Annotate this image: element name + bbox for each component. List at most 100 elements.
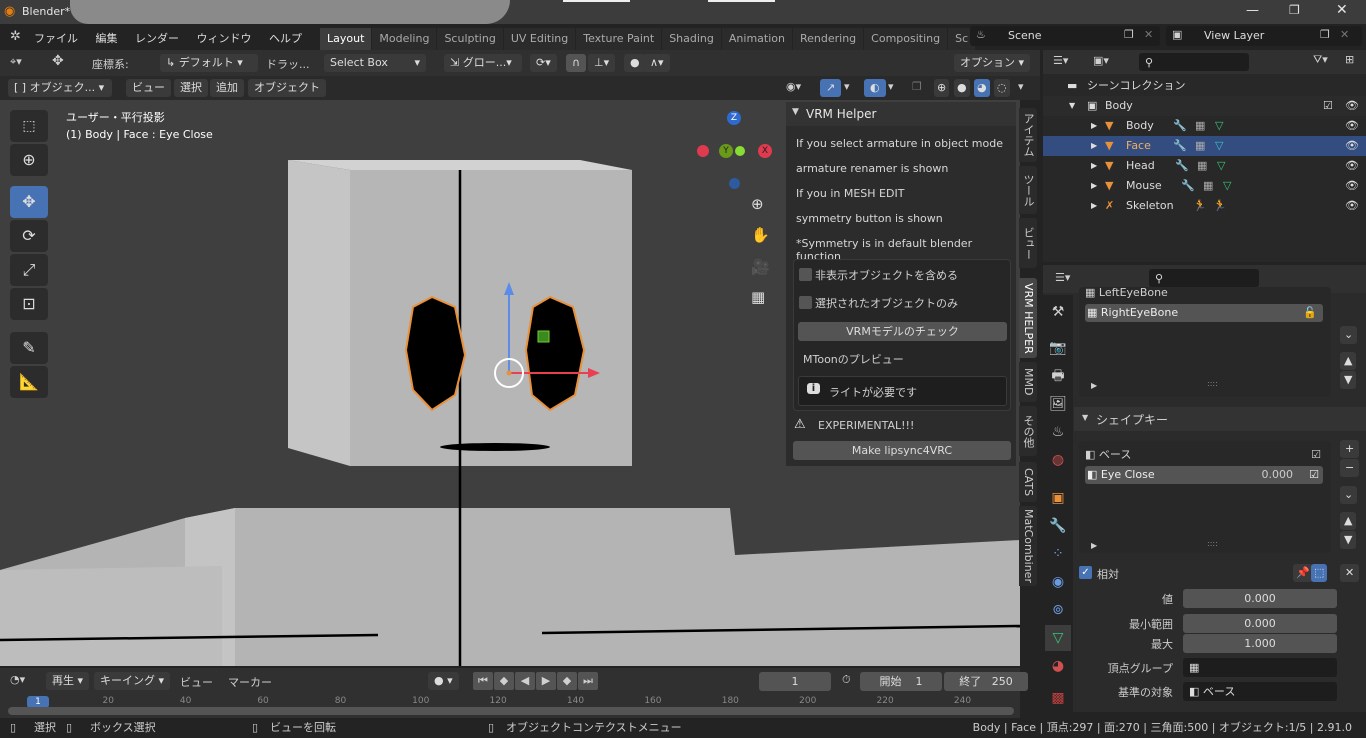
scene-selector[interactable]: ♨ Scene ❐ ✕ bbox=[970, 26, 1160, 46]
outliner-item-selected[interactable]: ▶ ▼ Face 🔧 ▦ ▽ 👁 bbox=[1043, 136, 1366, 156]
tab-texture-paint[interactable]: Texture Paint bbox=[576, 28, 662, 50]
eye-icon[interactable]: 👁 bbox=[1345, 196, 1359, 216]
shading-wireframe[interactable]: ⊕ bbox=[934, 79, 950, 97]
menu-file[interactable]: ファイル bbox=[34, 32, 78, 45]
overlay-dropdown[interactable]: ▾ bbox=[888, 80, 894, 93]
relative-to-field[interactable]: ◧ ベース bbox=[1183, 682, 1337, 701]
shading-rendered[interactable]: ◌ bbox=[994, 79, 1010, 97]
tool-rotate[interactable]: ⟳ bbox=[10, 220, 48, 252]
view-layer-selector[interactable]: ▣ View Layer ❐ ✕ bbox=[1166, 26, 1362, 46]
auto-keying-toggle[interactable]: ● ▾ bbox=[428, 672, 459, 690]
list-item[interactable]: ◧ ベース ☑ bbox=[1085, 446, 1323, 464]
scene-tab-icon[interactable]: ♨ bbox=[1045, 419, 1071, 445]
shape-key-value[interactable]: 0.000 bbox=[1262, 466, 1294, 484]
mode-dropdown[interactable]: [ ] オブジェク... ▾ bbox=[8, 79, 112, 97]
expand-icon[interactable]: ▶ bbox=[1091, 156, 1097, 176]
tool-select-box[interactable]: ⬚ bbox=[10, 110, 48, 142]
mesh-data-tab-icon[interactable]: ▽ bbox=[1045, 625, 1071, 651]
shape-key-up-button[interactable]: ▲ bbox=[1340, 512, 1357, 530]
side-tab-tool[interactable]: ツール bbox=[1019, 166, 1037, 214]
grid-icon[interactable]: ▦ bbox=[751, 288, 765, 306]
modifier-tab-icon[interactable]: 🔧 bbox=[1045, 513, 1071, 539]
list-item[interactable]: ▦ LeftEyeBone bbox=[1085, 287, 1323, 301]
resize-handle[interactable]: :::: bbox=[1207, 539, 1218, 548]
start-frame-field[interactable]: 開始 1 bbox=[860, 672, 942, 691]
menu-edit[interactable]: 編集 bbox=[96, 32, 118, 45]
make-lipsync-button[interactable]: Make lipsync4VRC bbox=[793, 441, 1011, 460]
editor-type-icon[interactable]: ⌖▾ bbox=[10, 55, 22, 69]
next-keyframe-button[interactable]: ◆ bbox=[557, 672, 577, 690]
transform-orientation-dropdown[interactable]: ⇲ グロー...▾ bbox=[444, 54, 522, 72]
shape-key-down-button[interactable]: ▼ bbox=[1340, 531, 1357, 549]
tab-shading[interactable]: Shading bbox=[662, 28, 721, 50]
end-frame-field[interactable]: 終了 250 bbox=[944, 672, 1028, 691]
outliner-editor-icon[interactable]: ☰▾ bbox=[1053, 54, 1068, 67]
view-menu[interactable]: ビュー bbox=[180, 674, 213, 690]
copy-scene-icon[interactable]: ❐ bbox=[1124, 28, 1134, 41]
gizmo-toggle[interactable]: ↗ bbox=[820, 79, 842, 97]
maximize-icon[interactable]: ❐ bbox=[1289, 3, 1300, 17]
value-field[interactable]: 0.000 bbox=[1183, 589, 1337, 608]
tab-animation[interactable]: Animation bbox=[721, 28, 792, 50]
eye-icon[interactable]: 👁 bbox=[1345, 156, 1359, 176]
properties-editor-icon[interactable]: ☰▾ bbox=[1055, 271, 1070, 284]
gizmo-x[interactable]: X bbox=[758, 144, 772, 158]
options-dropdown[interactable]: オプション ▾ bbox=[954, 54, 1031, 72]
copy-view-layer-icon[interactable]: ❐ bbox=[1320, 28, 1330, 41]
tab-modeling[interactable]: Modeling bbox=[372, 28, 437, 50]
shading-material[interactable]: ◕ bbox=[974, 79, 990, 97]
menu-object[interactable]: オブジェクト bbox=[248, 79, 326, 97]
outliner-scene-collection[interactable]: ▬ シーンコレクション bbox=[1043, 76, 1366, 96]
marker-menu[interactable]: マーカー bbox=[228, 674, 272, 690]
shading-dropdown[interactable]: ▾ bbox=[1018, 80, 1024, 93]
lock-icon[interactable]: 🔓 bbox=[1303, 304, 1317, 322]
physics-tab-icon[interactable]: ◉ bbox=[1045, 569, 1071, 595]
gizmo-y[interactable]: Y bbox=[719, 144, 733, 158]
eye-icon[interactable]: 👁 bbox=[1345, 136, 1359, 156]
min-field[interactable]: 0.000 bbox=[1183, 614, 1337, 633]
overlay-toggle[interactable]: ◐ bbox=[864, 79, 886, 97]
new-collection-icon[interactable]: ⊞ bbox=[1345, 53, 1354, 66]
eye-icon[interactable]: 👁 bbox=[1345, 96, 1359, 116]
tab-uv-editing[interactable]: UV Editing bbox=[503, 28, 576, 50]
xray-toggle[interactable]: ❐ bbox=[912, 80, 922, 93]
jump-start-button[interactable]: ⏮ bbox=[473, 672, 493, 690]
tool-transform[interactable]: ⊡ bbox=[10, 288, 48, 320]
minimize-icon[interactable]: — bbox=[1246, 3, 1259, 18]
filter-icon[interactable]: ⛛▾ bbox=[1313, 53, 1328, 67]
shape-key-mute-checkbox[interactable]: ☑ bbox=[1311, 446, 1321, 464]
gizmo-neg-z[interactable] bbox=[729, 178, 740, 189]
proportional-edit-toggle[interactable]: ● bbox=[624, 54, 646, 72]
snap-toggle[interactable]: ∩ bbox=[566, 54, 587, 72]
remove-scene-icon[interactable]: ✕ bbox=[1144, 28, 1153, 41]
menu-help[interactable]: ヘルプ bbox=[269, 32, 302, 45]
play-button[interactable]: ▶ bbox=[536, 672, 556, 690]
shading-solid[interactable]: ● bbox=[954, 79, 970, 97]
pivot-dropdown[interactable]: ⟳▾ bbox=[530, 54, 557, 72]
move-down-button[interactable]: ▼ bbox=[1340, 371, 1357, 389]
transform-move-icon[interactable]: ✥ bbox=[52, 53, 64, 69]
expand-icon[interactable]: ▼ bbox=[1069, 96, 1075, 116]
max-field[interactable]: 1.000 bbox=[1183, 634, 1337, 653]
hidden-objects-checkbox[interactable] bbox=[799, 268, 812, 281]
tab-compositing[interactable]: Compositing bbox=[864, 28, 948, 50]
constraints-tab-icon[interactable]: ⊚ bbox=[1045, 597, 1071, 623]
side-tab-view[interactable]: ビュー bbox=[1019, 218, 1037, 268]
vertex-group-specials[interactable]: ⌄ bbox=[1340, 326, 1358, 344]
camera-icon[interactable]: 🎥 bbox=[751, 258, 770, 276]
remove-view-layer-icon[interactable]: ✕ bbox=[1340, 28, 1349, 41]
outliner-item[interactable]: ▶ ✗ Skeleton 🏃 🏃 👁 bbox=[1043, 196, 1366, 216]
list-item-active[interactable]: ▦ RightEyeBone 🔓 bbox=[1085, 304, 1323, 322]
add-shape-key-button[interactable]: + bbox=[1340, 440, 1360, 458]
selected-only-checkbox[interactable] bbox=[799, 296, 812, 309]
tool-scale[interactable]: ⤢ bbox=[10, 254, 48, 286]
outliner-search-input[interactable]: ⚲ bbox=[1139, 53, 1249, 71]
menu-view[interactable]: ビュー bbox=[126, 79, 171, 97]
jump-end-button[interactable]: ⏭ bbox=[578, 672, 598, 690]
menu-render[interactable]: レンダー bbox=[135, 32, 179, 45]
close-icon[interactable]: ✕ bbox=[1336, 2, 1348, 18]
menu-window[interactable]: ウィンドウ bbox=[197, 32, 252, 45]
texture-tab-icon[interactable]: ▩ bbox=[1045, 685, 1071, 711]
vrm-check-button[interactable]: VRMモデルのチェック bbox=[798, 322, 1007, 341]
view-layer-tab-icon[interactable]: 🖼 bbox=[1045, 391, 1071, 417]
